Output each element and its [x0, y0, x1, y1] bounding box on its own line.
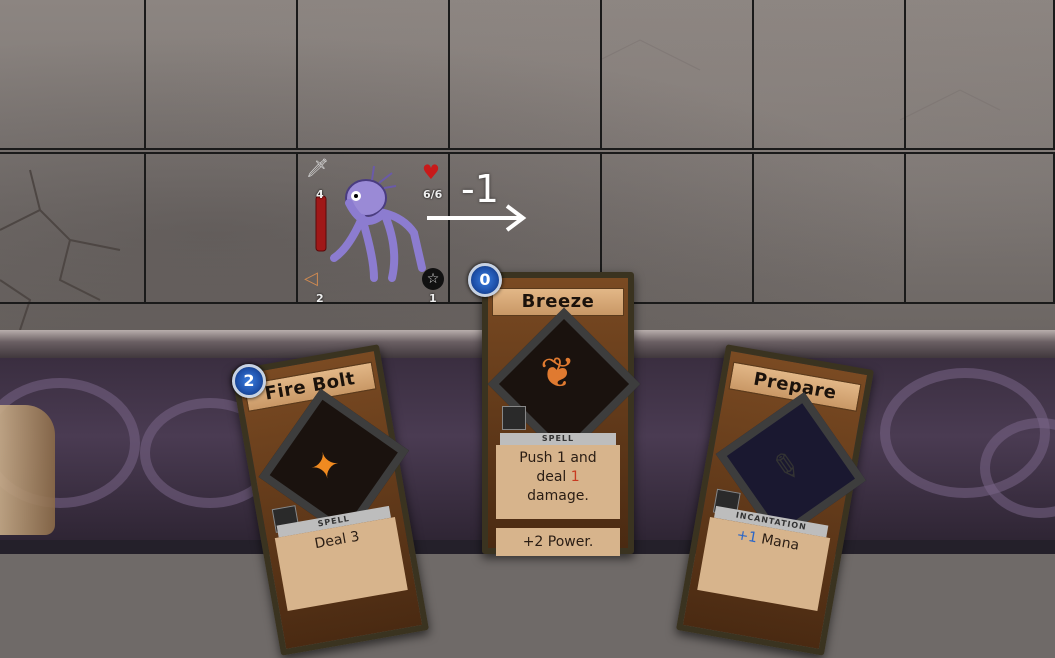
- push-arrow-icon: [427, 204, 527, 232]
- board-cell[interactable]: [144, 0, 298, 150]
- card-text-line: Push 1 and: [519, 450, 597, 466]
- board-cell[interactable]: [0, 0, 146, 150]
- heart-icon: ♥: [422, 160, 440, 184]
- card-text-number: 1: [570, 469, 580, 485]
- card-text-line-2: deal 1: [496, 468, 620, 487]
- board-cell[interactable]: [752, 0, 906, 150]
- move-value: 2: [316, 292, 324, 305]
- card-type: SPELL: [500, 433, 616, 445]
- card-text-line: Deal 3: [313, 528, 361, 553]
- card-cost-breeze: 0: [468, 263, 502, 297]
- card-text-deal: deal: [536, 469, 567, 485]
- card-text-prefix: +1: [735, 527, 759, 547]
- pentagram-icon: ☆: [422, 268, 444, 290]
- attack-value: 4: [316, 188, 324, 201]
- card-text: Push 1 and deal 1 damage.: [496, 445, 620, 519]
- leaf-icon: ❦: [540, 348, 576, 397]
- attack-icon: 🗡: [306, 158, 329, 179]
- board-cell[interactable]: [600, 0, 754, 150]
- board-cell[interactable]: [752, 152, 906, 304]
- card-text-line-3: damage.: [527, 488, 589, 504]
- board-cell[interactable]: [448, 0, 602, 150]
- card-breeze[interactable]: Breeze ❦ SPELL Push 1 and deal 1 damage.…: [482, 272, 641, 556]
- card-text-line: Mana: [760, 531, 801, 554]
- special-value: 1: [429, 292, 437, 305]
- board-cell[interactable]: [904, 152, 1055, 304]
- move-arrow-icon: ◁: [304, 268, 318, 289]
- hourglass-icon: [502, 406, 526, 430]
- card-extra-text: +2 Power.: [496, 528, 620, 556]
- card-cost-fire-bolt: 2: [232, 364, 266, 398]
- board-cell[interactable]: [144, 152, 298, 304]
- hero-portrait[interactable]: [0, 405, 55, 535]
- board-cell[interactable]: [904, 0, 1055, 150]
- board-cell[interactable]: [296, 0, 450, 150]
- board-cell[interactable]: [0, 152, 146, 304]
